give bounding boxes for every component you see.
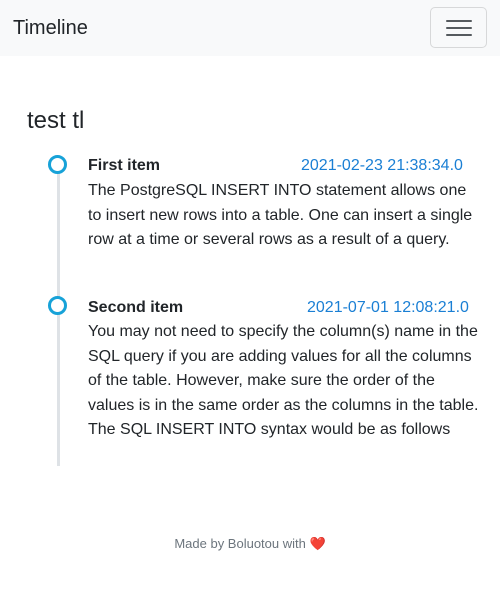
navbar-toggler-button[interactable]: [430, 7, 487, 48]
footer: Made by Boluotou with ❤️: [0, 536, 500, 552]
navbar: Timeline: [0, 0, 500, 56]
timeline-item-time[interactable]: 2021-07-01 12:08:21.0: [307, 298, 469, 318]
timeline-item-body: You may not need to specify the column(s…: [88, 323, 479, 438]
hamburger-icon-bar: [446, 34, 472, 36]
timeline-item-body: The PostgreSQL INSERT INTO statement all…: [88, 182, 473, 248]
timeline-line: [57, 166, 60, 466]
footer-text: Made by Boluotou with: [174, 536, 306, 551]
heart-icon: ❤️: [309, 536, 326, 551]
hamburger-icon: [446, 20, 472, 22]
timeline-item-time[interactable]: 2021-02-23 21:38:34.0: [301, 156, 463, 176]
timeline-dot-icon: [48, 296, 67, 315]
timeline-dot-icon: [48, 155, 67, 174]
navbar-brand[interactable]: Timeline: [13, 15, 88, 41]
timeline-item-title: First item: [88, 157, 161, 174]
page-title: test tl: [27, 107, 85, 134]
hamburger-icon-bar: [446, 27, 472, 29]
timeline-item-title: Second item: [88, 299, 184, 316]
